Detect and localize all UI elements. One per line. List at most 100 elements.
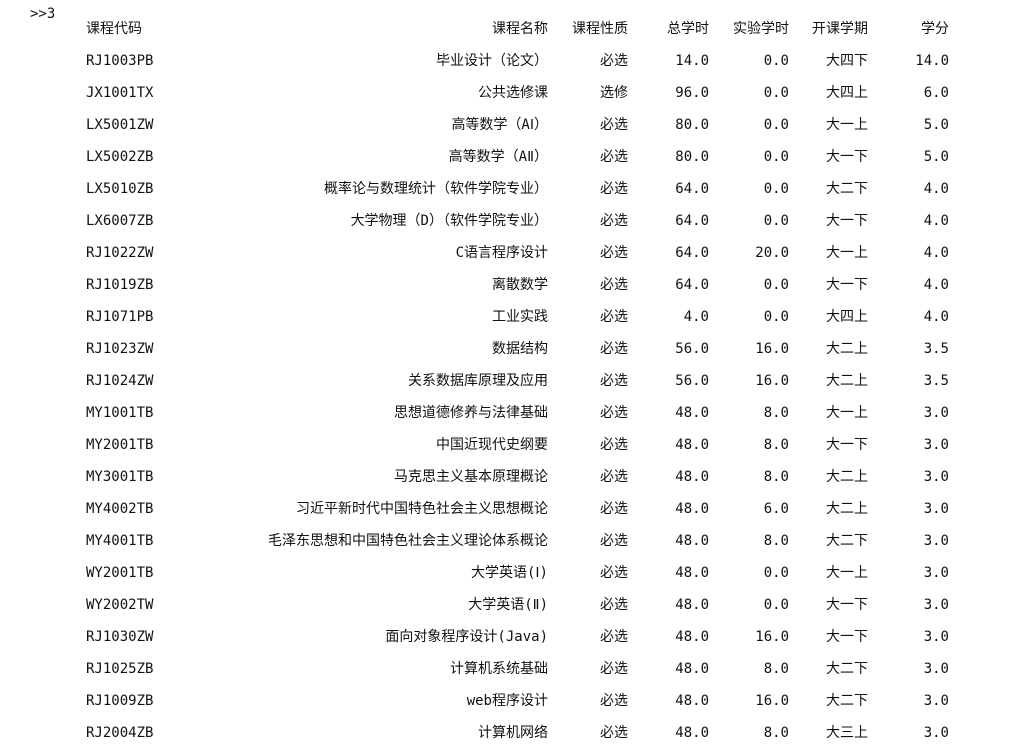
header-credits: 学分 (921, 21, 949, 37)
credits-cell: 5.0 (923, 149, 949, 165)
credits-cell: 3.5 (923, 341, 949, 357)
credits-cell: 3.0 (923, 629, 949, 645)
course-name-cell: 毛泽东思想和中国特色社会主义理论体系概论 (268, 533, 548, 549)
course-name-cell: 离散数学 (492, 277, 548, 293)
total-hours-cell: 96.0 (675, 85, 709, 101)
total-hours-cell: 48.0 (675, 565, 709, 581)
credits-cell: 6.0 (923, 85, 949, 101)
course-type-cell: 必选 (600, 501, 628, 517)
course-type-cell: 必选 (600, 341, 628, 357)
table-row: LX5002ZB 高等数学（AⅡ） 必选 80.0 0.0 大一下 5.0 (0, 147, 1028, 167)
credits-cell: 4.0 (923, 277, 949, 293)
total-hours-cell: 80.0 (675, 149, 709, 165)
term-cell: 大一上 (826, 245, 868, 261)
header-total-hours: 总学时 (667, 21, 709, 37)
course-name-cell: 马克思主义基本原理概论 (394, 469, 548, 485)
lab-hours-cell: 0.0 (763, 149, 789, 165)
header-course-type: 课程性质 (572, 21, 628, 37)
course-type-cell: 必选 (600, 181, 628, 197)
total-hours-cell: 48.0 (675, 469, 709, 485)
total-hours-cell: 56.0 (675, 341, 709, 357)
course-type-cell: 必选 (600, 213, 628, 229)
total-hours-cell: 64.0 (675, 181, 709, 197)
table-row: RJ1030ZW 面向对象程序设计(Java) 必选 48.0 16.0 大一下 3.0 (0, 627, 1028, 647)
course-name-cell: 大学英语(Ⅱ) (468, 597, 548, 613)
course-name-cell: 习近平新时代中国特色社会主义思想概论 (296, 501, 548, 517)
term-cell: 大四下 (826, 53, 868, 69)
course-type-cell: 必选 (600, 373, 628, 389)
course-name-cell: 毕业设计（论文） (436, 53, 548, 69)
total-hours-cell: 64.0 (675, 277, 709, 293)
course-name-cell: 计算机网络 (478, 725, 548, 741)
credits-cell: 14.0 (915, 53, 949, 69)
table-row: MY3001TB 马克思主义基本原理概论 必选 48.0 8.0 大二上 3.0 (0, 467, 1028, 487)
lab-hours-cell: 16.0 (755, 693, 789, 709)
term-cell: 大二上 (826, 341, 868, 357)
term-cell: 大二下 (826, 693, 868, 709)
term-cell: 大三上 (826, 725, 868, 741)
course-type-cell: 必选 (600, 661, 628, 677)
course-name-cell: 概率论与数理统计（软件学院专业） (324, 181, 548, 197)
table-row: RJ1009ZB web程序设计 必选 48.0 16.0 大二下 3.0 (0, 691, 1028, 711)
total-hours-cell: 48.0 (675, 533, 709, 549)
total-hours-cell: 48.0 (675, 661, 709, 677)
course-name-cell: 中国近现代史纲要 (436, 437, 548, 453)
total-hours-cell: 14.0 (675, 53, 709, 69)
term-cell: 大一下 (826, 213, 868, 229)
lab-hours-cell: 0.0 (763, 597, 789, 613)
lab-hours-cell: 0.0 (763, 565, 789, 581)
course-type-cell: 选修 (600, 85, 628, 101)
table-row: LX6007ZB 大学物理（D）（软件学院专业） 必选 64.0 0.0 大一下 4.0 (0, 211, 1028, 231)
credits-cell: 3.0 (923, 469, 949, 485)
lab-hours-cell: 0.0 (763, 117, 789, 133)
table-row: RJ1024ZW 关系数据库原理及应用 必选 56.0 16.0 大二上 3.5 (0, 371, 1028, 391)
course-type-cell: 必选 (600, 277, 628, 293)
table-row: JX1001TX 公共选修课 选修 96.0 0.0 大四上 6.0 (0, 83, 1028, 103)
total-hours-cell: 80.0 (675, 117, 709, 133)
lab-hours-cell: 8.0 (763, 533, 789, 549)
course-type-cell: 必选 (600, 469, 628, 485)
table-row: RJ1071PB 工业实践 必选 4.0 0.0 大四上 4.0 (0, 307, 1028, 327)
term-cell: 大四上 (826, 85, 868, 101)
total-hours-cell: 4.0 (683, 309, 709, 325)
lab-hours-cell: 0.0 (763, 53, 789, 69)
header-term: 开课学期 (812, 21, 868, 37)
table-row: MY4001TB 毛泽东思想和中国特色社会主义理论体系概论 必选 48.0 8.0 大二下… (0, 531, 1028, 551)
course-name-cell: 大学物理（D）（软件学院专业） (350, 213, 548, 229)
total-hours-cell: 48.0 (675, 437, 709, 453)
table-row: RJ1023ZW 数据结构 必选 56.0 16.0 大二上 3.5 (0, 339, 1028, 359)
course-type-cell: 必选 (600, 629, 628, 645)
table-header-row: 课程代码 课程名称 课程性质 总学时 实验学时 开课学期 学分 (0, 19, 1028, 39)
lab-hours-cell: 20.0 (755, 245, 789, 261)
course-type-cell: 必选 (600, 117, 628, 133)
course-name-cell: web程序设计 (466, 693, 548, 709)
course-type-cell: 必选 (600, 597, 628, 613)
course-name-cell: 高等数学（AⅠ） (451, 117, 548, 133)
term-cell: 大二上 (826, 469, 868, 485)
table-row: WY2001TB 大学英语(Ⅰ) 必选 48.0 0.0 大一上 3.0 (0, 563, 1028, 583)
credits-cell: 3.0 (923, 533, 949, 549)
credits-cell: 5.0 (923, 117, 949, 133)
course-type-cell: 必选 (600, 693, 628, 709)
table-row: RJ2004ZB 计算机网络 必选 48.0 8.0 大三上 3.0 (0, 723, 1028, 743)
term-cell: 大二上 (826, 373, 868, 389)
course-name-cell: 公共选修课 (478, 85, 548, 101)
table-row: MY4002TB 习近平新时代中国特色社会主义思想概论 必选 48.0 6.0 大二上 3.… (0, 499, 1028, 519)
course-type-cell: 必选 (600, 149, 628, 165)
course-type-cell: 必选 (600, 533, 628, 549)
lab-hours-cell: 8.0 (763, 437, 789, 453)
lab-hours-cell: 8.0 (763, 725, 789, 741)
table-row: MY1001TB 思想道德修养与法律基础 必选 48.0 8.0 大一上 3.0 (0, 403, 1028, 423)
credits-cell: 3.0 (923, 597, 949, 613)
term-cell: 大一下 (826, 629, 868, 645)
total-hours-cell: 48.0 (675, 693, 709, 709)
table-row: WY2002TW 大学英语(Ⅱ) 必选 48.0 0.0 大一下 3.0 (0, 595, 1028, 615)
lab-hours-cell: 8.0 (763, 661, 789, 677)
credits-cell: 3.0 (923, 437, 949, 453)
credits-cell: 3.0 (923, 693, 949, 709)
header-course-name: 课程名称 (492, 21, 548, 37)
total-hours-cell: 48.0 (675, 725, 709, 741)
course-type-cell: 必选 (600, 437, 628, 453)
course-name-cell: 大学英语(Ⅰ) (471, 565, 548, 581)
term-cell: 大一上 (826, 117, 868, 133)
